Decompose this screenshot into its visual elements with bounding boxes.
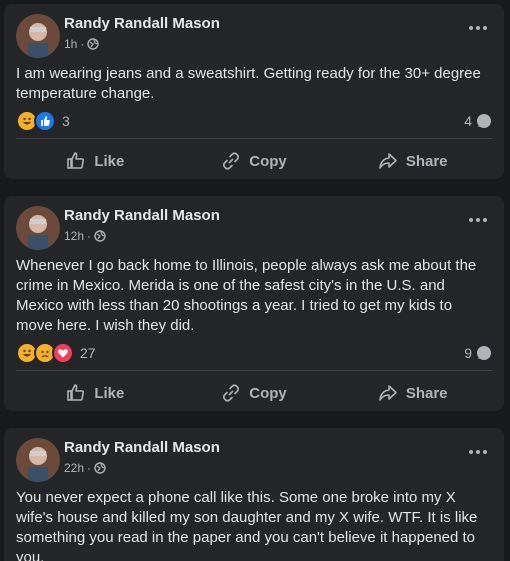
post-header: Randy Randall Mason 12h · [4,196,504,252]
globe-icon [87,38,100,50]
reactions-summary[interactable]: 27 [16,342,96,364]
post-meta: 22h · [64,461,106,475]
divider [16,138,492,139]
avatar[interactable] [16,438,60,482]
share-button[interactable]: Share [333,141,492,179]
link-icon [223,384,240,402]
share-button[interactable]: Share [333,373,492,411]
post-header: Randy Randall Mason 22h · [4,428,504,484]
reactions-summary[interactable]: 3 [16,110,70,132]
divider [16,370,492,371]
post-text: You never expect a phone call like this.… [16,489,478,561]
copy-label: Copy [249,152,287,170]
post-header: Randy Randall Mason 1h · [4,4,504,60]
post-card: Randy Randall Mason 12h · Whenever I go … [4,196,504,411]
like-button[interactable]: Like [16,373,175,411]
more-options-button[interactable] [464,442,492,462]
post-actions: Like Copy Share [16,141,492,179]
more-options-button[interactable] [464,18,492,38]
love-reaction-icon [52,342,74,364]
copy-label: Copy [249,384,287,402]
thumbs-up-icon [67,152,85,169]
link-icon [223,152,240,170]
post-time[interactable]: 1h [64,37,77,51]
share-label: Share [405,384,448,402]
author-name[interactable]: Randy Randall Mason [64,207,220,224]
comment-count[interactable]: 4 [464,113,492,129]
comment-icon [477,346,491,360]
share-label: Share [405,152,448,170]
comment-count-value: 9 [464,345,472,361]
thumbs-up-icon [67,384,85,401]
post-stats: 3 4 [4,104,504,138]
like-button[interactable]: Like [16,141,175,179]
more-options-button[interactable] [464,210,492,230]
meta-separator: · [87,461,92,475]
like-reaction-icon [34,110,56,132]
author-name[interactable]: Randy Randall Mason [64,439,220,456]
avatar[interactable] [16,14,60,58]
post-time[interactable]: 12h [64,229,84,243]
copy-button[interactable]: Copy [175,141,334,179]
reaction-count: 3 [62,113,70,129]
author-name[interactable]: Randy Randall Mason [64,15,220,32]
comment-icon [477,114,491,128]
post-time[interactable]: 22h [64,461,84,475]
globe-icon [94,230,106,242]
like-label: Like [94,384,125,402]
post-text: Whenever I go back home to Illinois, peo… [16,257,477,334]
share-icon [379,153,397,169]
post-card: Randy Randall Mason 22h · You never expe… [4,428,504,561]
avatar[interactable] [16,206,60,250]
reaction-count: 27 [80,345,96,361]
post-meta: 12h · [64,229,106,243]
share-icon [379,385,397,401]
post-actions: Like Copy Share [16,373,492,411]
post-meta: 1h · [64,37,100,51]
post-card: Randy Randall Mason 1h · I am wearing je… [4,4,504,179]
meta-separator: · [80,37,85,51]
comment-count[interactable]: 9 [464,345,492,361]
post-text: I am wearing jeans and a sweatshirt. Get… [16,65,481,102]
meta-separator: · [87,229,92,243]
like-label: Like [94,152,125,170]
globe-icon [94,462,106,474]
post-stats: 27 9 [4,336,504,370]
comment-count-value: 4 [464,113,472,129]
copy-button[interactable]: Copy [175,373,334,411]
